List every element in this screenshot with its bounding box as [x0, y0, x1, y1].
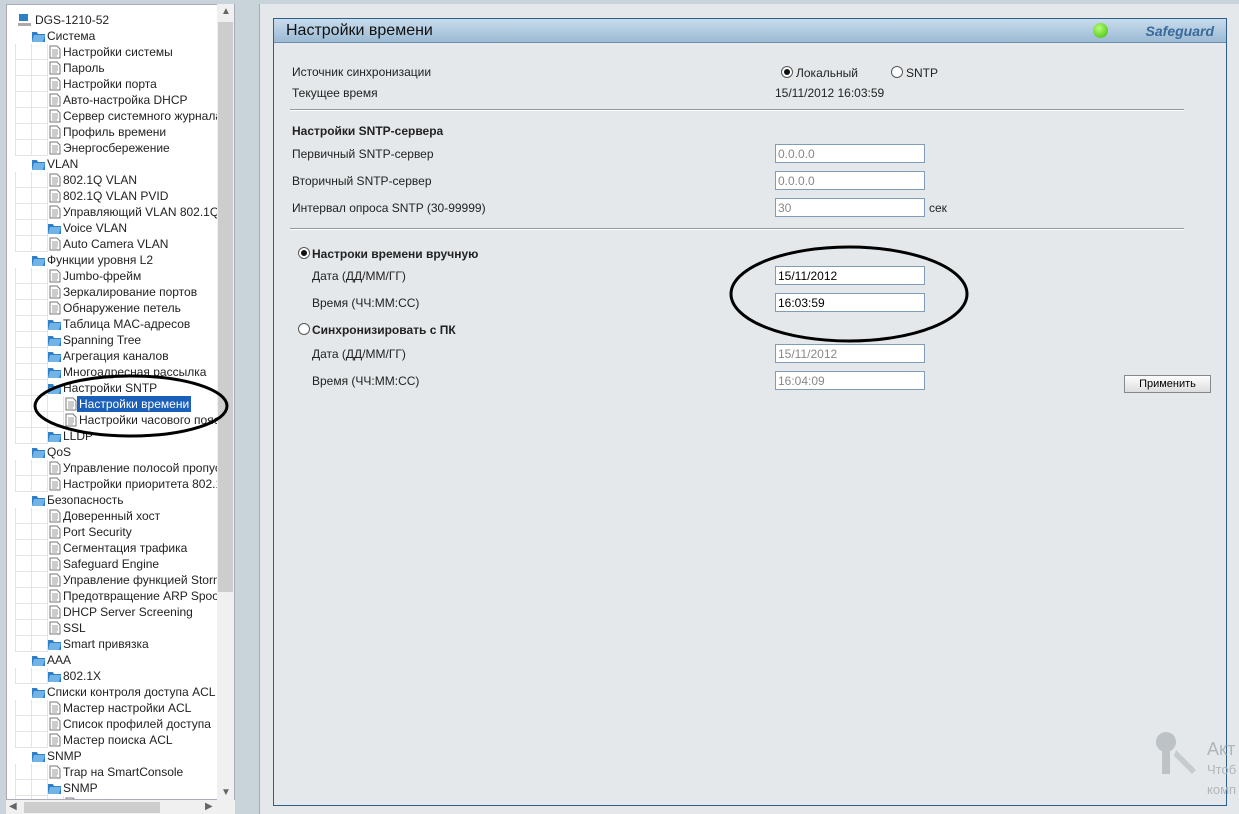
annotation-ellipse	[729, 245, 969, 343]
activation-watermark: Акт Чтоб комп	[1156, 732, 1237, 800]
key-icon	[1156, 732, 1196, 774]
annotation-ellipse	[33, 374, 229, 438]
annotation-overlay	[33, 245, 969, 438]
watermark-line: комп	[1207, 782, 1237, 797]
watermark-line: Чтоб	[1207, 762, 1237, 777]
watermark-line: Акт	[1207, 739, 1236, 759]
